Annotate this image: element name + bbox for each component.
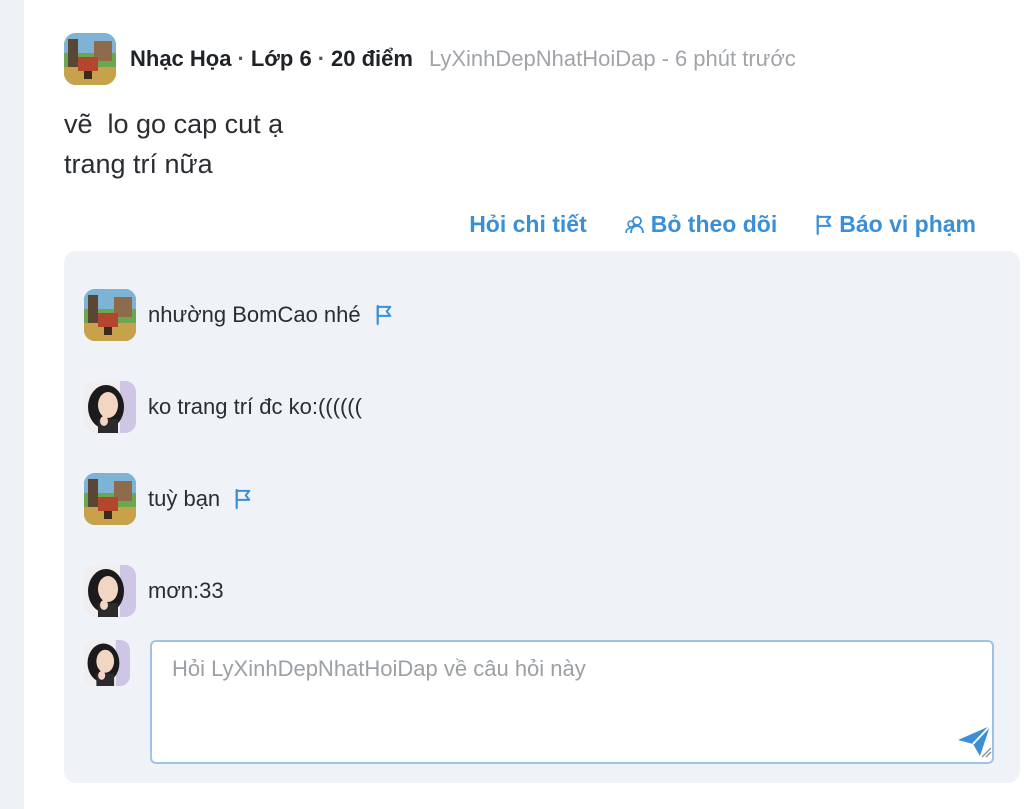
comment-item: tuỳ bạn xyxy=(84,473,252,525)
current-user-avatar xyxy=(84,640,130,686)
flag-icon xyxy=(375,304,393,326)
question-body: vẽ lo go cap cut ạ trang trí nữa xyxy=(64,104,283,184)
comment-item: nhường BomCao nhé xyxy=(84,289,393,341)
ask-detail-label: Hỏi chi tiết xyxy=(469,211,587,237)
dot-separator: · xyxy=(237,46,245,71)
left-rail xyxy=(0,0,24,809)
commenter-avatar[interactable] xyxy=(84,289,136,341)
post-time: 6 phút trước xyxy=(674,46,796,71)
comment-text: mơn:33 xyxy=(148,578,224,603)
comment-item: ko trang trí đc ko:(((((( xyxy=(84,381,362,433)
author-name[interactable]: Nhạc Họa xyxy=(130,46,231,72)
reply-area xyxy=(84,640,996,766)
commenter-avatar[interactable] xyxy=(84,473,136,525)
comment-text: nhường BomCao nhé xyxy=(148,302,361,327)
dot-separator: · xyxy=(317,46,326,71)
commenter-avatar[interactable] xyxy=(84,381,136,433)
report-comment-button[interactable] xyxy=(375,304,393,326)
grade-label: Lớp 6 xyxy=(250,46,312,71)
unfollow-button[interactable]: Bỏ theo dõi xyxy=(624,211,778,238)
report-button[interactable]: Báo vi phạm xyxy=(815,211,976,238)
comment-item: mơn:33 xyxy=(84,565,224,617)
resize-grip[interactable] xyxy=(980,746,992,758)
comment-text: tuỳ bạn xyxy=(148,486,221,511)
report-comment-button[interactable] xyxy=(234,488,252,510)
author-avatar[interactable] xyxy=(64,33,116,85)
comment-text: ko trang trí đc ko:(((((( xyxy=(148,394,362,419)
flag-icon xyxy=(234,488,252,510)
commenter-avatar[interactable] xyxy=(84,565,136,617)
comments-box: nhường BomCao nhé ko trang trí đc ko:(((… xyxy=(64,251,1020,783)
post-actions: Hỏi chi tiết Bỏ theo dõi Báo vi phạm xyxy=(469,211,976,238)
users-icon xyxy=(624,215,644,233)
report-label: Báo vi phạm xyxy=(839,211,976,237)
unfollow-label: Bỏ theo dõi xyxy=(650,211,778,237)
meta-separator: - xyxy=(661,46,669,71)
reply-input[interactable] xyxy=(150,640,994,764)
flag-icon xyxy=(815,214,833,236)
post-header: Nhạc Họa · Lớp 6 · 20 điểm LyXinhDepNhat… xyxy=(64,33,796,85)
asked-to-user[interactable]: LyXinhDepNhatHoiDap xyxy=(429,46,656,72)
question-line: vẽ lo go cap cut ạ xyxy=(64,109,284,139)
ask-detail-button[interactable]: Hỏi chi tiết xyxy=(469,211,587,238)
question-line: trang trí nữa xyxy=(64,149,213,179)
points-label: 20 điểm xyxy=(331,46,413,71)
